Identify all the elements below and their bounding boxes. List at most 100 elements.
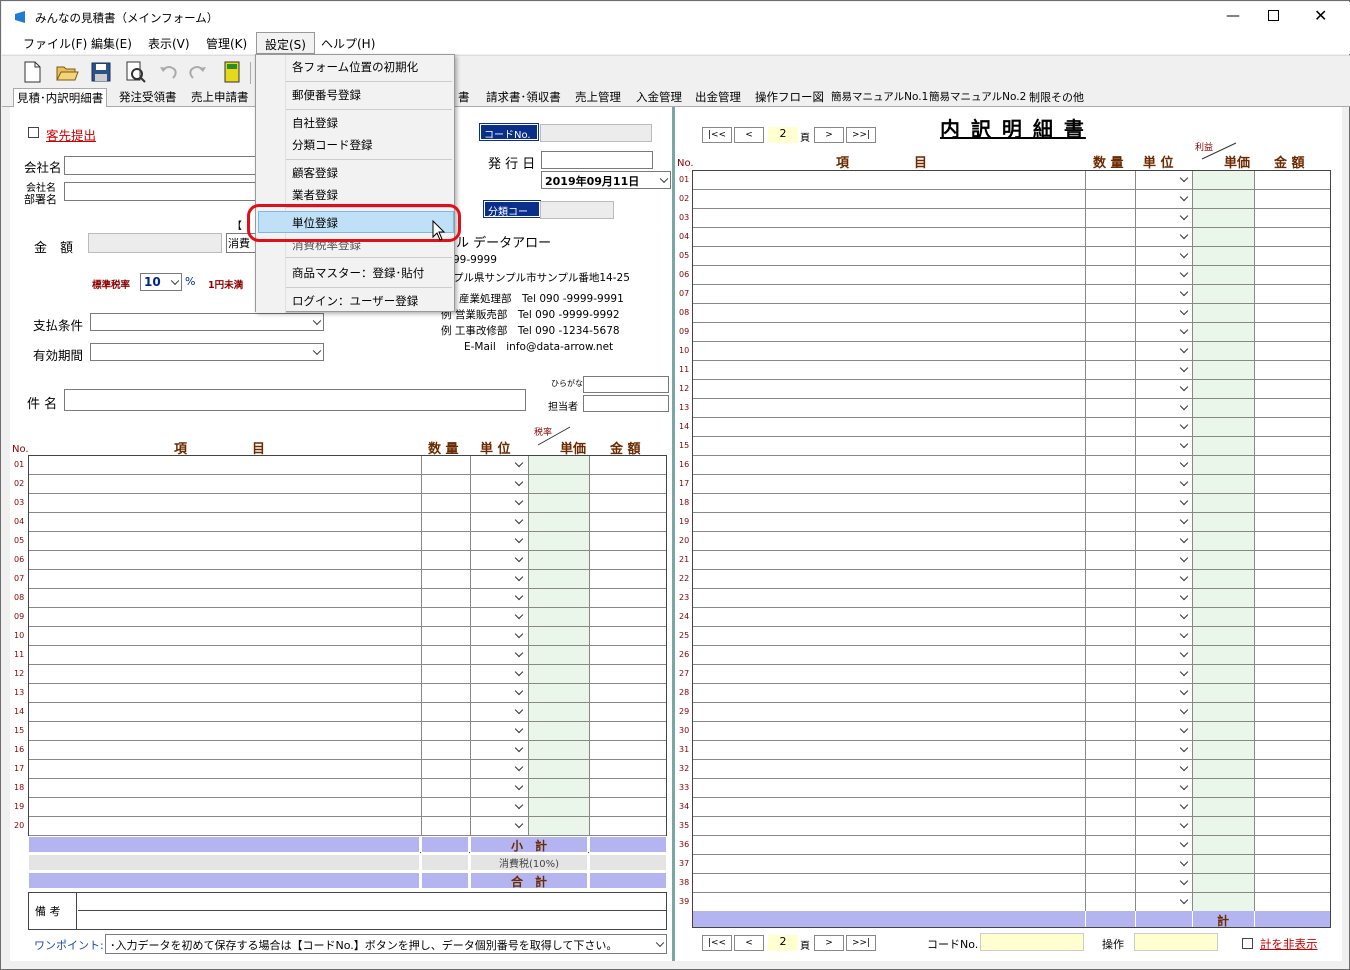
table-row[interactable] [29, 798, 666, 817]
menu-view[interactable]: 表示(V) [148, 35, 190, 52]
table-row[interactable] [693, 361, 1330, 380]
validity-select[interactable] [90, 343, 324, 361]
code-no-button[interactable]: コードNo. [479, 123, 539, 141]
table-row[interactable] [693, 722, 1330, 741]
subject-input[interactable] [64, 389, 526, 411]
unit-dropdown-chevron-icon[interactable] [1179, 705, 1189, 715]
table-row[interactable] [693, 893, 1330, 912]
unit-dropdown-chevron-icon[interactable] [514, 705, 524, 715]
open-folder-icon[interactable] [55, 60, 79, 84]
tax-rate-select[interactable]: 10 [140, 273, 182, 291]
notes-input-1[interactable] [79, 893, 665, 910]
unit-dropdown-chevron-icon[interactable] [514, 553, 524, 563]
unit-dropdown-chevron-icon[interactable] [1179, 648, 1189, 658]
menu-edit[interactable]: 編集(E) [91, 35, 132, 52]
table-row[interactable] [693, 551, 1330, 570]
unit-dropdown-chevron-icon[interactable] [1179, 230, 1189, 240]
table-row[interactable] [693, 190, 1330, 209]
maximize-icon[interactable] [1268, 10, 1279, 21]
unit-dropdown-chevron-icon[interactable] [514, 743, 524, 753]
notes-input-2[interactable] [79, 911, 665, 928]
unit-dropdown-chevron-icon[interactable] [1179, 591, 1189, 601]
table-row[interactable] [693, 855, 1330, 874]
calculator-icon[interactable] [220, 60, 244, 84]
staff-input[interactable] [583, 395, 669, 412]
unit-dropdown-chevron-icon[interactable] [1179, 306, 1189, 316]
table-row[interactable] [693, 437, 1330, 456]
unit-dropdown-chevron-icon[interactable] [1179, 743, 1189, 753]
unit-dropdown-chevron-icon[interactable] [514, 515, 524, 525]
table-row[interactable] [29, 817, 666, 836]
unit-dropdown-chevron-icon[interactable] [514, 819, 524, 829]
table-row[interactable] [29, 646, 666, 665]
unit-dropdown-chevron-icon[interactable] [514, 667, 524, 677]
tab-payment-in[interactable]: 入金管理 [633, 88, 685, 107]
table-row[interactable] [29, 608, 666, 627]
table-row[interactable] [29, 665, 666, 684]
table-row[interactable] [29, 703, 666, 722]
table-row[interactable] [693, 532, 1330, 551]
unit-dropdown-chevron-icon[interactable] [514, 648, 524, 658]
unit-dropdown-chevron-icon[interactable] [1179, 344, 1189, 354]
menu-manage[interactable]: 管理(K) [206, 35, 247, 52]
table-row[interactable] [693, 874, 1330, 893]
unit-dropdown-chevron-icon[interactable] [1179, 762, 1189, 772]
category-code-button[interactable]: 分類コード [483, 200, 541, 233]
table-row[interactable] [693, 760, 1330, 779]
table-row[interactable] [693, 304, 1330, 323]
unit-dropdown-chevron-icon[interactable] [1179, 819, 1189, 829]
unit-dropdown-chevron-icon[interactable] [1179, 876, 1189, 886]
unit-dropdown-chevron-icon[interactable] [1179, 458, 1189, 468]
undo-icon[interactable] [157, 60, 181, 84]
table-row[interactable] [29, 532, 666, 551]
tab-sales-management[interactable]: 売上管理 [572, 88, 624, 107]
table-row[interactable] [693, 513, 1330, 532]
table-row[interactable] [693, 323, 1330, 342]
dept-name-input[interactable] [64, 182, 264, 201]
table-row[interactable] [29, 494, 666, 513]
table-row[interactable] [693, 209, 1330, 228]
unit-dropdown-chevron-icon[interactable] [514, 686, 524, 696]
close-icon[interactable]: ✕ [1314, 6, 1327, 25]
page-first-button[interactable]: |<< [702, 127, 732, 143]
table-row[interactable] [29, 456, 666, 475]
table-row[interactable] [693, 399, 1330, 418]
table-row[interactable] [693, 608, 1330, 627]
submit-checkbox[interactable] [28, 127, 39, 138]
table-row[interactable] [29, 779, 666, 798]
table-row[interactable] [693, 228, 1330, 247]
menu-login-user-registration[interactable]: ログイン：ユーザー登録 [292, 293, 418, 309]
table-row[interactable] [693, 266, 1330, 285]
onepoint-select[interactable]: ･入力データを初めて保存する場合は【コードNo.】ボタンを押し、データ個別番号を… [105, 934, 667, 954]
unit-dropdown-chevron-icon[interactable] [514, 458, 524, 468]
unit-dropdown-chevron-icon[interactable] [1179, 667, 1189, 677]
unit-dropdown-chevron-icon[interactable] [1179, 515, 1189, 525]
table-row[interactable] [29, 475, 666, 494]
table-row[interactable] [29, 627, 666, 646]
unit-dropdown-chevron-icon[interactable] [1179, 553, 1189, 563]
table-row[interactable] [693, 494, 1330, 513]
tab-limits[interactable]: 制限その他 [1026, 88, 1087, 107]
table-row[interactable] [29, 684, 666, 703]
unit-dropdown-chevron-icon[interactable] [1179, 838, 1189, 848]
menu-customer-registration[interactable]: 顧客登録 [292, 165, 338, 181]
table-row[interactable] [693, 285, 1330, 304]
menu-postal-registration[interactable]: 郵便番号登録 [292, 87, 361, 103]
unit-dropdown-chevron-icon[interactable] [1179, 401, 1189, 411]
unit-dropdown-chevron-icon[interactable] [514, 477, 524, 487]
unit-dropdown-chevron-icon[interactable] [514, 496, 524, 506]
page-next-button[interactable]: > [814, 127, 844, 143]
unit-dropdown-chevron-icon[interactable] [1179, 781, 1189, 791]
tab-flowchart[interactable]: 操作フロー図 [752, 88, 827, 107]
minimize-icon[interactable]: — [1226, 8, 1240, 24]
tab-doc[interactable]: 書 [455, 88, 473, 107]
unit-dropdown-chevron-icon[interactable] [1179, 363, 1189, 373]
table-row[interactable] [693, 646, 1330, 665]
new-file-icon[interactable] [20, 60, 44, 84]
table-row[interactable] [29, 513, 666, 532]
table-row[interactable] [693, 380, 1330, 399]
unit-dropdown-chevron-icon[interactable] [1179, 268, 1189, 278]
unit-dropdown-chevron-icon[interactable] [1179, 724, 1189, 734]
save-icon[interactable] [89, 60, 113, 84]
issue-date-picker[interactable]: 2019年09月11日 [541, 171, 671, 189]
